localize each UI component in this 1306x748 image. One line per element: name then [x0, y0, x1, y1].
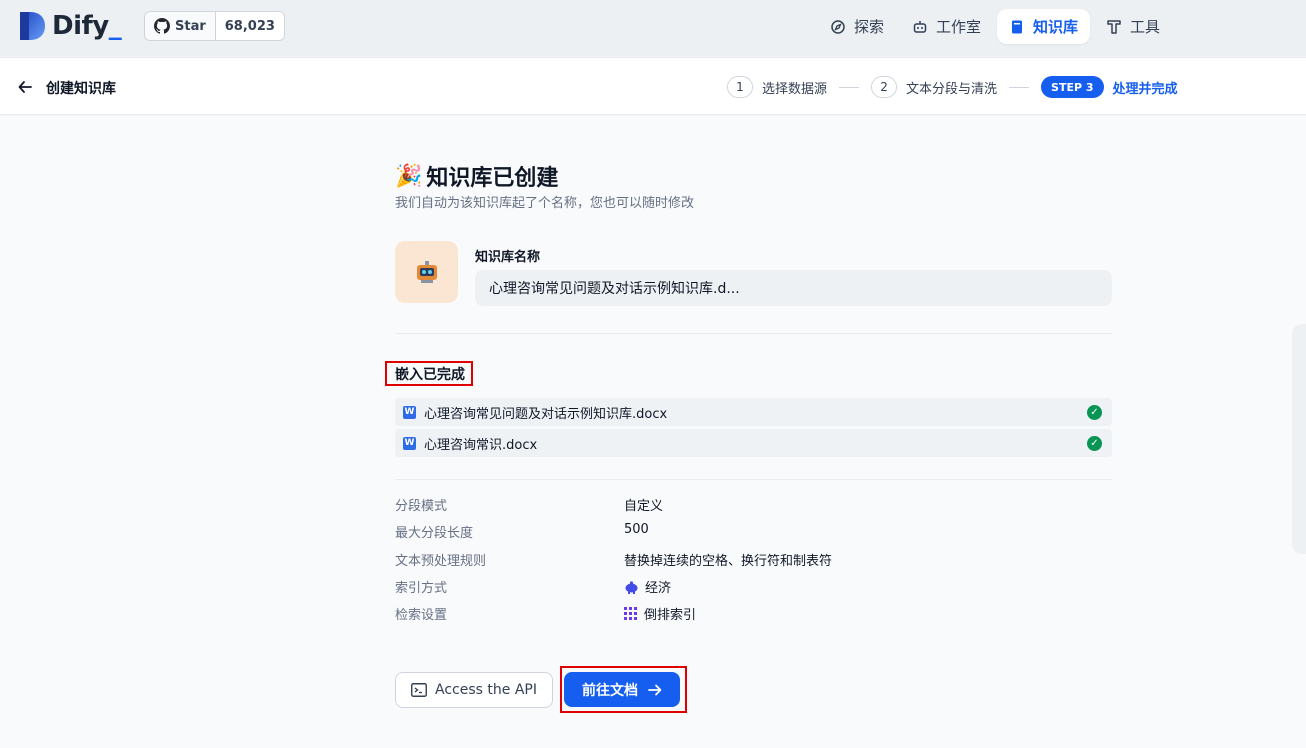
setting-row: 分段模式 自定义	[395, 495, 1112, 514]
step-divider	[839, 86, 860, 88]
side-panel-edge	[1292, 324, 1306, 554]
step-divider	[1009, 86, 1030, 88]
step-number: 2	[871, 76, 898, 98]
setting-key: 检索设置	[395, 608, 448, 623]
setting-value: 经济	[645, 581, 672, 596]
step-number: 1	[727, 76, 753, 98]
piggy-bank-icon	[625, 580, 638, 594]
step-badge: STEP 3	[1041, 76, 1104, 98]
main-content: 🎉 知识库已创建 我们自动为该知识库起了个名称，您也可以随时修改 知识库名称 心…	[0, 116, 1306, 748]
kb-name-input[interactable]: 心理咨询常见问题及对话示例知识库.d...	[475, 270, 1112, 306]
github-star-count: 68,023	[224, 18, 275, 34]
setting-row: 索引方式 经济	[395, 577, 1112, 596]
go-to-documents-button[interactable]: 前往文档	[564, 672, 680, 707]
dify-logo-icon	[20, 12, 45, 40]
setting-key: 最大分段长度	[395, 526, 474, 541]
create-knowledge-header: 创建知识库 1 选择数据源 2 文本分段与清洗 STEP 3 处理并完成	[0, 57, 1306, 115]
step-2: 2 文本分段与清洗	[871, 76, 997, 98]
access-api-label: Access the API	[435, 682, 537, 698]
hammer-icon	[1106, 19, 1122, 35]
setting-value-with-icon: 倒排索引	[624, 604, 696, 623]
top-navigation-bar: Dify_ Star 68,023 探索 工作室 知识库 工具	[0, 0, 1306, 56]
step-3: STEP 3 处理并完成	[1041, 76, 1178, 98]
nav-item-explore[interactable]: 探索	[818, 9, 896, 44]
check-circle-icon: ✓	[1087, 404, 1102, 420]
word-file-icon: W	[403, 436, 416, 450]
page-title: 创建知识库	[46, 81, 116, 97]
github-icon	[154, 18, 170, 34]
step-label: 处理并完成	[1112, 81, 1178, 97]
setting-value-with-icon: 经济	[624, 577, 671, 596]
terminal-icon	[411, 683, 427, 697]
compass-icon	[830, 19, 846, 35]
arrow-right-icon	[648, 684, 662, 695]
logo-text: Dify_	[52, 11, 122, 41]
file-name: 心理咨询常见问题及对话示例知识库.docx	[424, 406, 668, 422]
party-popper-icon: 🎉	[395, 163, 423, 189]
robot-icon	[912, 19, 928, 35]
title-text: 知识库已创建	[426, 166, 559, 191]
setting-key: 文本预处理规则	[395, 554, 487, 569]
step-1: 1 选择数据源	[727, 76, 827, 98]
go-to-documents-label: 前往文档	[582, 682, 638, 699]
stepper: 1 选择数据源 2 文本分段与清洗 STEP 3 处理并完成	[727, 76, 1178, 98]
check-circle-icon: ✓	[1087, 435, 1102, 451]
divider	[395, 479, 1112, 480]
embedding-complete-title: 嵌入已完成	[385, 361, 473, 386]
setting-row: 检索设置 倒排索引	[395, 604, 1112, 623]
setting-row: 文本预处理规则 替换掉连续的空格、换行符和制表符	[395, 550, 1112, 569]
setting-value: 500	[624, 522, 649, 537]
divider	[395, 333, 1112, 334]
knowledge-icon-picker[interactable]	[395, 241, 458, 303]
setting-row: 最大分段长度 500	[395, 522, 1112, 541]
github-star-label: Star	[175, 18, 206, 34]
setting-key: 索引方式	[395, 581, 448, 596]
nav-item-tools[interactable]: 工具	[1094, 9, 1172, 44]
step-label: 选择数据源	[762, 81, 828, 97]
grid-icon	[624, 606, 637, 620]
file-row[interactable]: W 心理咨询常见问题及对话示例知识库.docx ✓	[395, 398, 1112, 426]
nav-item-knowledge[interactable]: 知识库	[997, 9, 1091, 44]
setting-value: 替换掉连续的空格、换行符和制表符	[624, 554, 833, 569]
back-button[interactable]: 创建知识库	[18, 78, 116, 98]
file-name: 心理咨询常识.docx	[424, 437, 538, 453]
word-file-icon: W	[403, 405, 416, 419]
book-icon	[1009, 19, 1025, 35]
kb-name-label: 知识库名称	[475, 250, 541, 265]
arrow-left-icon	[18, 79, 32, 98]
file-row[interactable]: W 心理咨询常识.docx ✓	[395, 429, 1112, 457]
robot-avatar-icon	[416, 261, 437, 283]
kb-name-value: 心理咨询常见问题及对话示例知识库.d...	[489, 281, 740, 297]
access-api-button[interactable]: Access the API	[395, 672, 553, 708]
step-label: 文本分段与清洗	[906, 81, 998, 97]
setting-value: 倒排索引	[644, 608, 697, 623]
success-title: 🎉 知识库已创建	[395, 160, 558, 192]
nav-item-studio[interactable]: 工作室	[900, 9, 993, 44]
setting-value: 自定义	[624, 499, 664, 514]
dify-logo[interactable]: Dify_	[18, 10, 122, 42]
setting-key: 分段模式	[395, 499, 448, 514]
main-nav: 探索 工作室 知识库 工具	[818, 9, 1172, 44]
github-star-button[interactable]: Star 68,023	[144, 11, 285, 41]
success-subtitle: 我们自动为该知识库起了个名称，您也可以随时修改	[395, 196, 695, 211]
